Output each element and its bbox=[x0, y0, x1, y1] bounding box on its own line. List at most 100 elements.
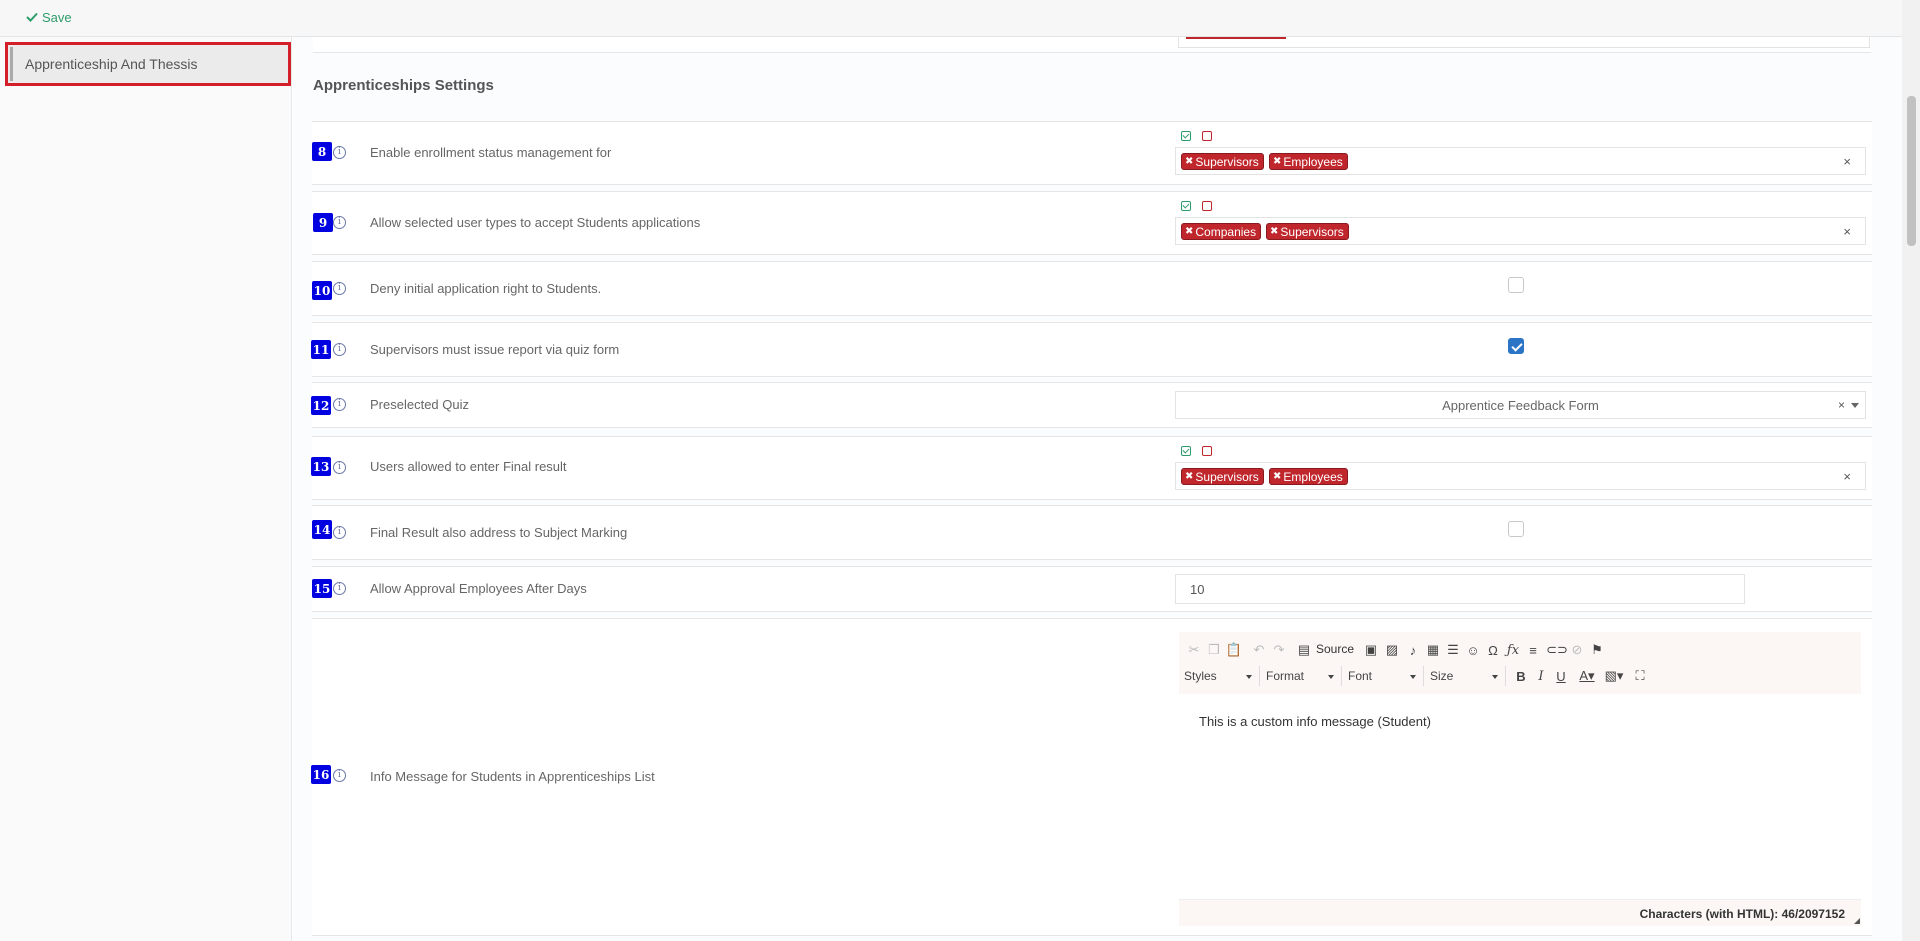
info-icon[interactable]: i bbox=[333, 461, 346, 474]
setting-label: Final Result also address to Subject Mar… bbox=[370, 525, 628, 540]
approval-days-input[interactable] bbox=[1175, 574, 1745, 604]
setting-number: 8 bbox=[312, 142, 332, 161]
tag-label: Supervisors bbox=[1195, 469, 1259, 484]
remove-tag-icon[interactable]: ✖ bbox=[1185, 471, 1193, 482]
tag-label: Supervisors bbox=[1280, 224, 1344, 239]
horizontal-line-icon[interactable]: ☰ bbox=[1445, 642, 1461, 658]
styles-combo[interactable]: Styles bbox=[1179, 666, 1260, 686]
user-types-multiselect[interactable]: ✖ Supervisors ✖ Employees × bbox=[1175, 147, 1866, 175]
select-all-icon[interactable] bbox=[1181, 201, 1191, 211]
chevron-down-icon bbox=[1328, 675, 1334, 679]
section-title: Apprenticeships Settings bbox=[313, 77, 494, 94]
redo-icon[interactable]: ↷ bbox=[1271, 642, 1287, 658]
paste-icon[interactable]: 📋 bbox=[1226, 642, 1242, 658]
smiley-icon[interactable]: ☺ bbox=[1465, 642, 1481, 658]
special-char-icon[interactable]: Ω bbox=[1485, 642, 1501, 658]
italic-icon[interactable]: I bbox=[1533, 668, 1549, 684]
combo-label: Font bbox=[1348, 669, 1373, 683]
deny-application-checkbox[interactable] bbox=[1508, 277, 1524, 293]
save-label: Save bbox=[42, 9, 72, 25]
scrollbar-thumb[interactable] bbox=[1907, 96, 1916, 246]
maximize-icon[interactable]: ⛶ bbox=[1632, 668, 1648, 684]
info-message-editor: ✂ ❐ 📋 ↶ ↷ ▤ Source ▣ ▨ ♪ ▦ ☰ ☺ Ω ƒx ≡ ⊂⊃… bbox=[1179, 632, 1861, 927]
info-icon[interactable]: i bbox=[333, 582, 346, 595]
info-icon[interactable]: i bbox=[333, 146, 346, 159]
size-combo[interactable]: Size bbox=[1425, 666, 1506, 686]
clear-icon[interactable]: × bbox=[1843, 469, 1851, 484]
user-types-multiselect[interactable]: ✖ Companies ✖ Supervisors × bbox=[1175, 217, 1866, 245]
format-combo[interactable]: Format bbox=[1261, 666, 1342, 686]
dropdown-arrow-icon[interactable] bbox=[1851, 403, 1859, 408]
tag-companies: ✖ Companies bbox=[1181, 223, 1262, 240]
save-button[interactable]: Save bbox=[26, 7, 72, 27]
sidebar-item-label: Apprenticeship And Thessis bbox=[25, 56, 198, 72]
deselect-all-icon[interactable] bbox=[1202, 446, 1212, 456]
source-button[interactable]: Source bbox=[1316, 642, 1354, 656]
page-scrollbar[interactable] bbox=[1902, 0, 1920, 941]
clear-icon[interactable]: × bbox=[1843, 154, 1851, 169]
editor-footer: Characters (with HTML): 46/2097152 bbox=[1179, 899, 1861, 926]
setting-label: Allow selected user types to accept Stud… bbox=[370, 215, 701, 230]
setting-row-14: 14 i Final Result also address to Subjec… bbox=[312, 505, 1872, 560]
audio-icon[interactable]: ♪ bbox=[1405, 642, 1421, 658]
cut-icon[interactable]: ✂ bbox=[1186, 642, 1202, 658]
setting-label: Info Message for Students in Apprentices… bbox=[370, 769, 655, 784]
setting-label: Preselected Quiz bbox=[370, 397, 469, 412]
clear-icon[interactable]: × bbox=[1843, 224, 1851, 239]
preselected-quiz-select[interactable]: Apprentice Feedback Form × bbox=[1175, 391, 1866, 419]
deselect-all-icon[interactable] bbox=[1202, 131, 1212, 141]
setting-number: 11 bbox=[311, 340, 331, 359]
underline-icon[interactable]: U bbox=[1553, 668, 1569, 684]
setting-label: Users allowed to enter Final result bbox=[370, 459, 567, 474]
background-color-icon[interactable]: ▧▾ bbox=[1605, 668, 1624, 684]
editor-content-area[interactable]: This is a custom info message (Student) bbox=[1179, 694, 1861, 899]
top-bar: Save bbox=[0, 0, 1920, 37]
text-color-icon[interactable]: A▾ bbox=[1579, 668, 1595, 684]
setting-number: 16 bbox=[311, 765, 331, 784]
previous-tag-field[interactable] bbox=[1178, 37, 1870, 48]
bold-icon[interactable]: B bbox=[1513, 668, 1529, 684]
remove-tag-icon[interactable]: ✖ bbox=[1273, 471, 1281, 482]
bulleted-list-icon[interactable]: ≡ bbox=[1525, 642, 1541, 658]
setting-row-8: 8 i Enable enrollment status management … bbox=[312, 121, 1872, 185]
select-all-icon[interactable] bbox=[1181, 131, 1191, 141]
unlink-icon[interactable]: ⊘ bbox=[1569, 642, 1585, 658]
math-icon[interactable]: ƒx bbox=[1505, 642, 1521, 658]
previous-setting-row bbox=[313, 37, 1871, 53]
remove-tag-icon[interactable]: ✖ bbox=[1185, 156, 1193, 167]
info-icon[interactable]: i bbox=[333, 526, 346, 539]
setting-label: Deny initial application right to Studen… bbox=[370, 281, 602, 296]
subject-marking-checkbox[interactable] bbox=[1508, 521, 1524, 537]
info-icon[interactable]: i bbox=[333, 343, 346, 356]
copy-icon[interactable]: ❐ bbox=[1206, 642, 1222, 658]
info-icon[interactable]: i bbox=[333, 769, 346, 782]
tag-label: Employees bbox=[1283, 154, 1343, 169]
image-icon[interactable]: ▣ bbox=[1363, 642, 1379, 658]
setting-number: 9 bbox=[313, 213, 333, 232]
sidebar-item-apprenticeship[interactable]: Apprenticeship And Thessis bbox=[5, 42, 291, 86]
remove-tag-icon[interactable]: ✖ bbox=[1185, 226, 1193, 237]
clear-icon[interactable]: × bbox=[1838, 398, 1845, 412]
source-icon[interactable]: ▤ bbox=[1296, 642, 1312, 658]
resize-handle-icon[interactable] bbox=[1854, 918, 1860, 924]
chevron-down-icon bbox=[1492, 675, 1498, 679]
remove-tag-icon[interactable]: ✖ bbox=[1273, 156, 1281, 167]
editor-toolbar: ✂ ❐ 📋 ↶ ↷ ▤ Source ▣ ▨ ♪ ▦ ☰ ☺ Ω ƒx ≡ ⊂⊃… bbox=[1179, 632, 1861, 695]
font-combo[interactable]: Font bbox=[1343, 666, 1424, 686]
info-icon[interactable]: i bbox=[333, 282, 346, 295]
link-icon[interactable]: ⊂⊃ bbox=[1546, 642, 1568, 658]
info-icon[interactable]: i bbox=[333, 398, 346, 411]
chevron-down-icon bbox=[1246, 675, 1252, 679]
combo-label: Format bbox=[1266, 669, 1305, 683]
select-all-icon[interactable] bbox=[1181, 446, 1191, 456]
setting-row-11: 11 i Supervisors must issue report via q… bbox=[311, 322, 1872, 377]
info-icon[interactable]: i bbox=[333, 216, 346, 229]
table-icon[interactable]: ▦ bbox=[1425, 642, 1441, 658]
anchor-icon[interactable]: ⚑ bbox=[1589, 642, 1605, 658]
quiz-form-checkbox[interactable] bbox=[1508, 338, 1524, 354]
undo-icon[interactable]: ↶ bbox=[1251, 642, 1267, 658]
remove-tag-icon[interactable]: ✖ bbox=[1270, 226, 1278, 237]
deselect-all-icon[interactable] bbox=[1202, 201, 1212, 211]
user-types-multiselect[interactable]: ✖ Supervisors ✖ Employees × bbox=[1175, 462, 1866, 490]
image2-icon[interactable]: ▨ bbox=[1384, 642, 1400, 658]
